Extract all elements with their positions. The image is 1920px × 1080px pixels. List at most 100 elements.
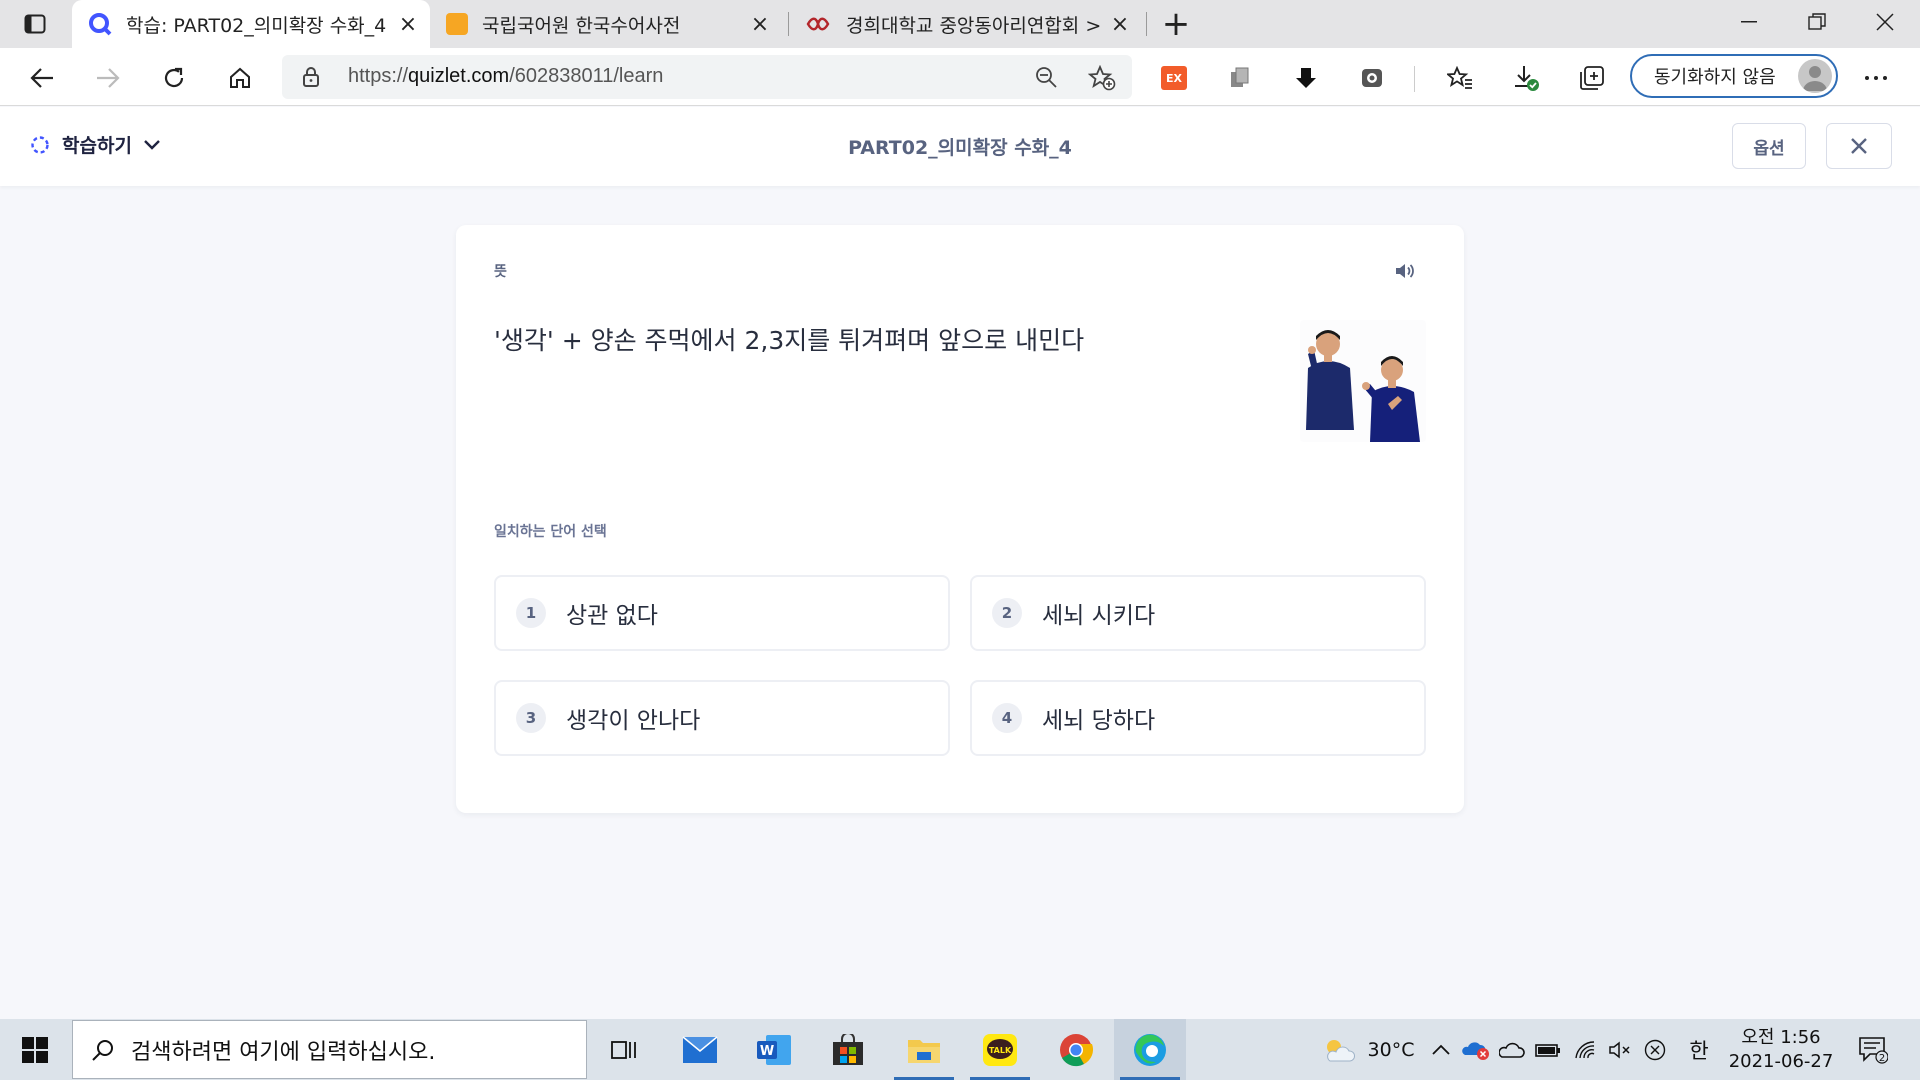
home-button[interactable] — [220, 58, 260, 98]
url-text[interactable]: https://quizlet.com/602838011/learn — [348, 65, 663, 88]
tab-strip: 학습: PART02_의미확장 수화_4 | Q × 국립국어원 한국수어사전 … — [0, 0, 1920, 48]
downloads-button[interactable] — [1512, 64, 1540, 92]
browser-menu-button[interactable] — [1862, 64, 1890, 92]
avatar — [1798, 59, 1832, 93]
question-card: 뜻 '생각' + 양손 주먹에서 2,3지를 튀겨펴며 앞으로 내민다 일치하는… — [456, 225, 1464, 813]
close-icon — [1851, 138, 1867, 154]
extension-download[interactable] — [1292, 64, 1320, 92]
exit-learn-button[interactable] — [1826, 123, 1892, 169]
tab-title: 국립국어원 한국수어사전 — [482, 14, 681, 37]
edge-icon — [1134, 1033, 1166, 1066]
add-favorite-icon[interactable] — [1088, 65, 1116, 91]
sign-language-image[interactable] — [1300, 320, 1426, 442]
notification-count: 2 — [1879, 1053, 1885, 1064]
show-hidden-icons[interactable] — [1426, 1019, 1456, 1080]
partly-cloudy-icon — [1326, 1039, 1355, 1061]
choice-text: 상관 없다 — [566, 603, 658, 629]
club-icon — [806, 17, 830, 31]
tab-title: 경희대학교 중앙동아리연합회 > — [846, 14, 1102, 37]
choice-instruction: 일치하는 단어 선택 — [494, 524, 607, 540]
wifi-icon — [1575, 1040, 1595, 1058]
kakaotalk-app[interactable]: TALK — [964, 1019, 1036, 1080]
minimize-button[interactable] — [1716, 0, 1782, 44]
volume-muted-icon — [1609, 1040, 1630, 1059]
back-button[interactable] — [22, 58, 62, 98]
app-header: 학습하기 PART02_의미확장 수화_4 옵션 — [0, 107, 1920, 186]
chrome-app[interactable] — [1040, 1019, 1112, 1080]
minimize-icon — [1741, 21, 1757, 23]
network-status[interactable] — [1570, 1019, 1602, 1080]
notifications-icon: 2 — [1859, 1036, 1888, 1064]
tab-separator — [1146, 12, 1147, 36]
weather-widget[interactable]: 30°C — [1306, 1019, 1430, 1080]
edge-app[interactable] — [1114, 1019, 1186, 1080]
extension-capture[interactable] — [1358, 64, 1386, 92]
mail-icon — [682, 1035, 718, 1063]
volume-control[interactable] — [1604, 1019, 1638, 1080]
lock-icon[interactable] — [302, 66, 320, 88]
store-app[interactable] — [812, 1019, 884, 1080]
answer-choice-4[interactable]: 4 세뇌 당하다 — [970, 680, 1426, 756]
kakaotalk-icon: TALK — [983, 1033, 1017, 1066]
mail-app[interactable] — [664, 1019, 736, 1080]
svg-text:W: W — [760, 1044, 774, 1059]
tab-dictionary[interactable]: 국립국어원 한국수어사전 × — [432, 0, 782, 48]
choice-text: 생각이 안나다 — [566, 708, 701, 734]
ime-indicator[interactable]: 한 — [1682, 1019, 1716, 1080]
battery-status[interactable] — [1532, 1019, 1564, 1080]
dictionary-icon — [446, 13, 468, 35]
restore-button[interactable] — [1784, 0, 1850, 44]
download-extension-icon — [1296, 68, 1316, 88]
folder-icon — [908, 1039, 940, 1063]
action-center-button[interactable]: 2 — [1852, 1019, 1894, 1080]
address-bar[interactable]: https://quizlet.com/602838011/learn — [282, 55, 1132, 99]
system-clock[interactable]: 오전 1:56 2021-06-27 — [1716, 1026, 1846, 1074]
tab-quizlet[interactable]: 학습: PART02_의미확장 수화_4 | Q × — [72, 0, 430, 48]
refresh-icon — [164, 67, 184, 88]
tab-title: 학습: PART02_의미확장 수화_4 | Q — [126, 14, 388, 37]
answer-choice-1[interactable]: 1 상관 없다 — [494, 575, 950, 651]
zoom-out-icon[interactable] — [1034, 65, 1058, 89]
profile-sync-button[interactable]: 동기화하지 않음 — [1630, 54, 1838, 98]
close-tab-icon[interactable]: × — [748, 12, 772, 37]
file-explorer-app[interactable] — [888, 1019, 960, 1080]
favorites-button[interactable] — [1446, 64, 1474, 92]
tab-actions-icon — [24, 14, 46, 34]
close-tab-icon[interactable]: × — [1108, 12, 1132, 37]
refresh-button[interactable] — [154, 58, 194, 98]
tab-actions-button[interactable] — [14, 8, 56, 40]
choice-text: 세뇌 당하다 — [1042, 708, 1156, 734]
back-arrow-icon — [30, 68, 53, 88]
extension-ex[interactable]: EX — [1160, 64, 1188, 92]
new-tab-button[interactable]: + — [1158, 6, 1194, 42]
status-indicator[interactable] — [1640, 1019, 1670, 1080]
onedrive-personal[interactable] — [1496, 1019, 1528, 1080]
extension-copy[interactable] — [1226, 64, 1254, 92]
signers-illustration — [1300, 320, 1426, 442]
svg-text:TALK: TALK — [989, 1046, 1012, 1055]
term-side-label: 뜻 — [494, 264, 507, 280]
collections-button[interactable] — [1578, 64, 1606, 92]
avatar-icon — [1803, 66, 1827, 91]
answer-choice-3[interactable]: 3 생각이 안나다 — [494, 680, 950, 756]
quizlet-icon — [89, 13, 112, 36]
tab-separator — [788, 12, 789, 36]
close-tab-icon[interactable]: × — [396, 12, 420, 37]
forward-button[interactable] — [88, 58, 128, 98]
start-button[interactable] — [12, 1031, 58, 1069]
word-app[interactable]: W — [738, 1019, 810, 1080]
search-icon — [92, 1039, 113, 1061]
close-window-button[interactable] — [1852, 0, 1918, 44]
favorites-icon — [1447, 66, 1472, 89]
taskbar: 검색하려면 여기에 입력하십시오. W TALK 30°C 한 오전 1:56 … — [0, 1019, 1920, 1080]
onedrive-error[interactable] — [1460, 1019, 1492, 1080]
cloud-error-icon — [1462, 1041, 1489, 1060]
answer-choice-2[interactable]: 2 세뇌 시키다 — [970, 575, 1426, 651]
weather-temperature: 30°C — [1367, 1038, 1415, 1061]
taskbar-search[interactable]: 검색하려면 여기에 입력하십시오. — [72, 1020, 587, 1079]
options-button[interactable]: 옵션 — [1732, 123, 1806, 169]
task-view-button[interactable] — [588, 1019, 660, 1080]
speaker-icon[interactable] — [1394, 261, 1416, 281]
circle-x-icon — [1644, 1039, 1666, 1060]
tab-club[interactable]: 경희대학교 중앙동아리연합회 > × — [792, 0, 1142, 48]
